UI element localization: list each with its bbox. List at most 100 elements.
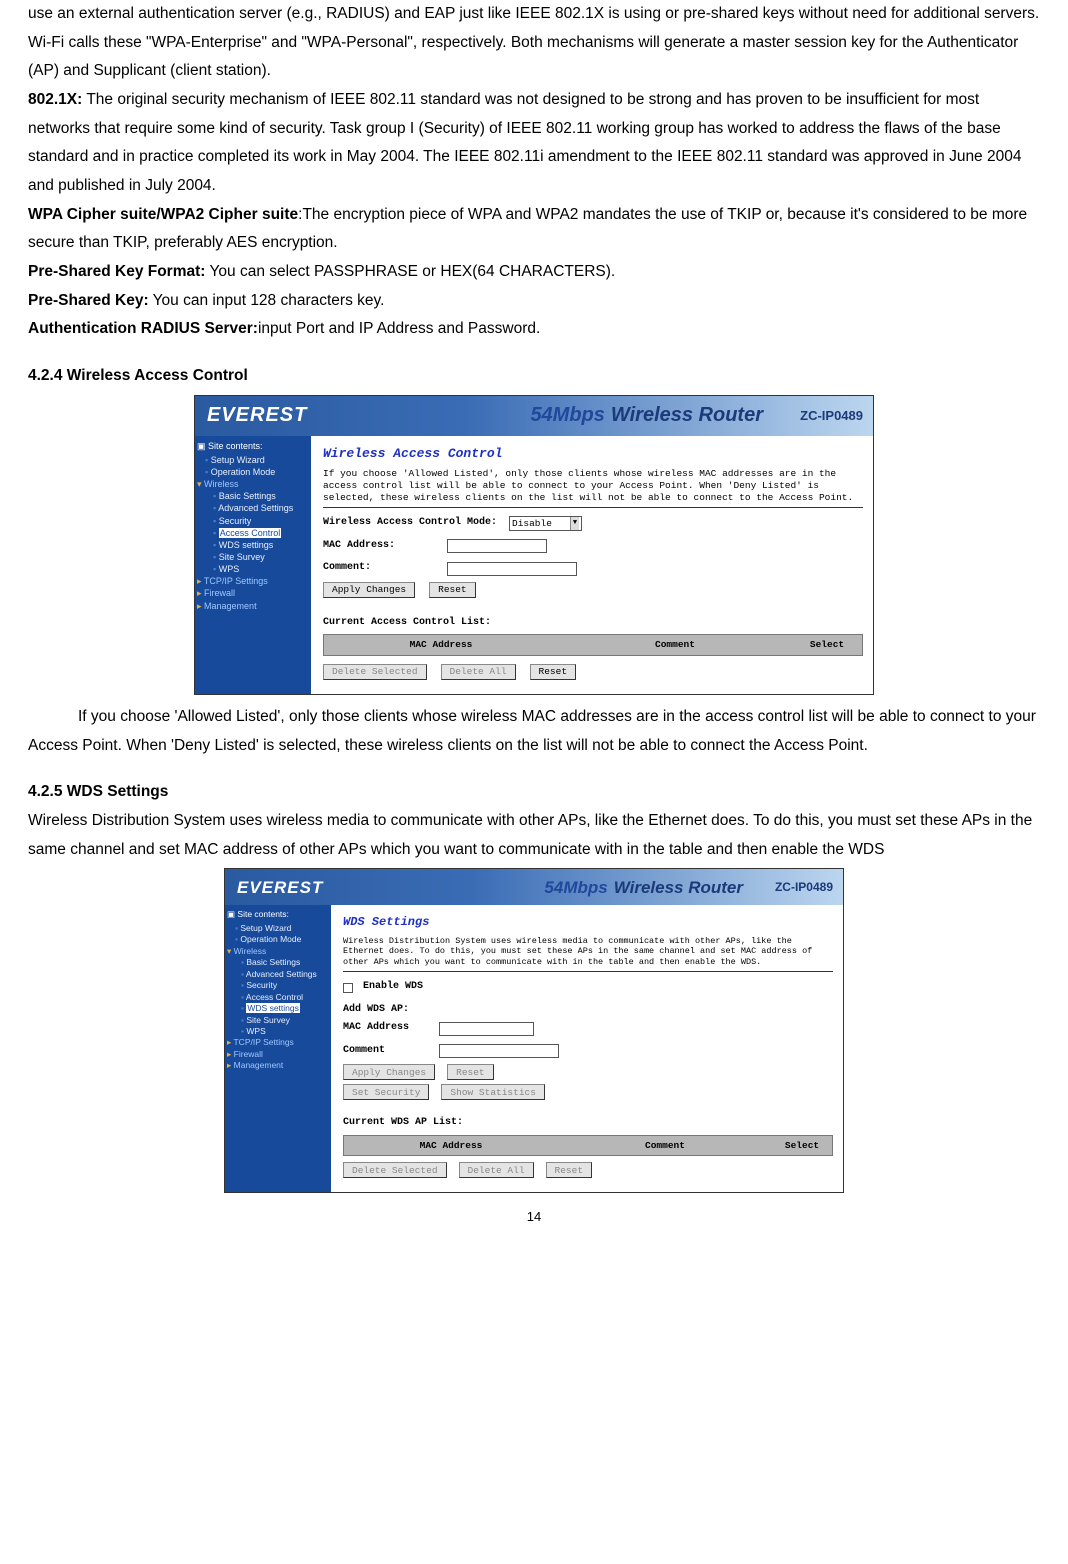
nav-opmode[interactable]: Operation Mode: [205, 466, 309, 478]
heading-425: 4.2.5 WDS Settings: [28, 778, 1040, 807]
wac-mode-select[interactable]: Disable: [509, 516, 582, 531]
nav-survey[interactable]: Site Survey: [213, 551, 309, 563]
wds-comment-label: Comment: [343, 1042, 433, 1061]
wac-reset-button[interactable]: Reset: [429, 582, 476, 598]
tagline-rest-wds: Wireless Router: [614, 878, 743, 897]
nav-setup-wds[interactable]: Setup Wizard: [235, 923, 329, 934]
text-8021x: The original security mechanism of IEEE …: [28, 91, 1021, 194]
label-8021x: 802.1X:: [28, 91, 82, 108]
wds-apply-button[interactable]: Apply Changes: [343, 1064, 435, 1080]
nav-security[interactable]: Security: [213, 515, 309, 527]
wds-delete-selected-button[interactable]: Delete Selected: [343, 1162, 447, 1178]
nav-wps[interactable]: WPS: [213, 563, 309, 575]
wac-comment-label: Comment:: [323, 559, 441, 578]
screenshot-wac: EVEREST 54MbpsWireless Router ZC-IP0489 …: [194, 395, 874, 695]
wac-paragraph: If you choose 'Allowed Listed', only tho…: [28, 703, 1040, 760]
router-header: EVEREST 54MbpsWireless Router ZC-IP0489: [195, 396, 873, 436]
router-model-wds: ZC-IP0489: [775, 876, 833, 898]
wac-desc: If you choose 'Allowed Listed', only tho…: [323, 468, 863, 504]
wds-desc: Wireless Distribution System uses wirele…: [343, 936, 833, 968]
tagline-54-wds: 54Mbps: [544, 878, 607, 897]
nav-access[interactable]: Access Control: [213, 527, 309, 539]
intro-p1: use an external authentication server (e…: [28, 0, 1040, 86]
wac-table-header: MAC Address Comment Select: [323, 634, 863, 656]
wac-mac-label: MAC Address:: [323, 537, 441, 556]
nav-wds-label: WDS settings: [246, 1003, 300, 1013]
nav-wds-wds[interactable]: WDS settings: [241, 1003, 329, 1014]
nav-opmode-wds[interactable]: Operation Mode: [235, 934, 329, 945]
screenshot-wds: EVEREST 54MbpsWireless Router ZC-IP0489 …: [224, 868, 844, 1193]
wac-title: Wireless Access Control: [323, 442, 863, 466]
wds-title: WDS Settings: [343, 911, 833, 933]
router-nav-wds: Site contents: Setup Wizard Operation Mo…: [225, 905, 331, 1192]
wds-reset2-button[interactable]: Reset: [546, 1162, 593, 1178]
intro-cipher: WPA Cipher suite/WPA2 Cipher suite:The e…: [28, 201, 1040, 258]
wac-reset2-button[interactable]: Reset: [530, 664, 577, 680]
wds-reset-button[interactable]: Reset: [447, 1064, 494, 1080]
wds-delete-all-button[interactable]: Delete All: [459, 1162, 534, 1178]
wds-list-label: Current WDS AP List:: [343, 1114, 833, 1133]
nav-security-wds[interactable]: Security: [241, 980, 329, 991]
wac-apply-button[interactable]: Apply Changes: [323, 582, 415, 598]
nav-wireless[interactable]: Wireless: [197, 478, 309, 490]
router-model: ZC-IP0489: [800, 404, 863, 428]
tagline-rest: Wireless Router: [611, 404, 763, 426]
wac-list-label: Current Access Control List:: [323, 614, 863, 633]
page-number: 14: [28, 1205, 1040, 1229]
wac-mode-label: Wireless Access Control Mode:: [323, 514, 503, 533]
intro-radius: Authentication RADIUS Server:input Port …: [28, 315, 1040, 344]
nav-mgmt-wds[interactable]: Management: [227, 1060, 329, 1071]
wds-mac-label: MAC Address: [343, 1019, 433, 1038]
nav-mgmt[interactable]: Management: [197, 600, 309, 612]
wac-col-select: Select: [792, 635, 862, 655]
router-logo-wds: EVEREST: [237, 872, 323, 903]
wds-col-comment: Comment: [558, 1136, 772, 1156]
wac-mac-input[interactable]: [447, 539, 547, 553]
router-tagline: 54Mbps Wireless Router: [530, 397, 763, 434]
wds-enable-label: Enable WDS: [363, 978, 423, 997]
nav-advanced[interactable]: Advanced Settings: [213, 502, 309, 514]
nav-tcpip[interactable]: TCP/IP Settings: [197, 575, 309, 587]
wds-enable-checkbox[interactable]: [343, 983, 353, 993]
nav-setup[interactable]: Setup Wizard: [205, 454, 309, 466]
wac-delete-all-button[interactable]: Delete All: [441, 664, 516, 680]
label-psk: Pre-Shared Key:: [28, 292, 149, 309]
heading-424: 4.2.4 Wireless Access Control: [28, 362, 1040, 391]
nav-basic-wds[interactable]: Basic Settings: [241, 957, 329, 968]
text-psk: You can input 128 characters key.: [149, 292, 385, 309]
nav-tcpip-wds[interactable]: TCP/IP Settings: [227, 1037, 329, 1048]
nav-firewall[interactable]: Firewall: [197, 587, 309, 599]
wac-delete-selected-button[interactable]: Delete Selected: [323, 664, 427, 680]
tagline-54: 54Mbps: [530, 404, 604, 426]
text-radius: input Port and IP Address and Password.: [258, 320, 540, 337]
nav-survey-wds[interactable]: Site Survey: [241, 1015, 329, 1026]
intro-pskf: Pre-Shared Key Format: You can select PA…: [28, 258, 1040, 287]
nav-access-wds[interactable]: Access Control: [241, 992, 329, 1003]
nav-firewall-wds[interactable]: Firewall: [227, 1049, 329, 1060]
router-nav: Site contents: Setup Wizard Operation Mo…: [195, 436, 311, 694]
nav-wireless-wds[interactable]: Wireless: [227, 946, 329, 957]
nav-contents-wds: Site contents:: [227, 909, 329, 920]
label-radius: Authentication RADIUS Server:: [28, 320, 258, 337]
wds-table-header: MAC Address Comment Select: [343, 1135, 833, 1157]
nav-access-label: Access Control: [219, 528, 282, 538]
nav-basic[interactable]: Basic Settings: [213, 490, 309, 502]
wac-para-text: If you choose 'Allowed Listed', only tho…: [28, 708, 1036, 754]
wds-comment-input[interactable]: [439, 1044, 559, 1058]
intro-8021x: 802.1X: The original security mechanism …: [28, 86, 1040, 201]
nav-contents: Site contents:: [197, 440, 309, 452]
wds-showstats-button[interactable]: Show Statistics: [441, 1084, 545, 1100]
nav-wps-wds[interactable]: WPS: [241, 1026, 329, 1037]
wac-comment-input[interactable]: [447, 562, 577, 576]
wds-setsecurity-button[interactable]: Set Security: [343, 1084, 429, 1100]
label-cipher: WPA Cipher suite/WPA2 Cipher suite: [28, 206, 298, 223]
label-pskf: Pre-Shared Key Format:: [28, 263, 205, 280]
text-pskf: You can select PASSPHRASE or HEX(64 CHAR…: [205, 263, 615, 280]
wac-col-mac: MAC Address: [324, 635, 558, 655]
nav-advanced-wds[interactable]: Advanced Settings: [241, 969, 329, 980]
nav-wds[interactable]: WDS settings: [213, 539, 309, 551]
wac-col-comment: Comment: [558, 635, 792, 655]
router-tagline-wds: 54Mbps Wireless Router: [544, 872, 743, 903]
wds-paragraph: Wireless Distribution System uses wirele…: [28, 807, 1040, 864]
wds-mac-input[interactable]: [439, 1022, 534, 1036]
